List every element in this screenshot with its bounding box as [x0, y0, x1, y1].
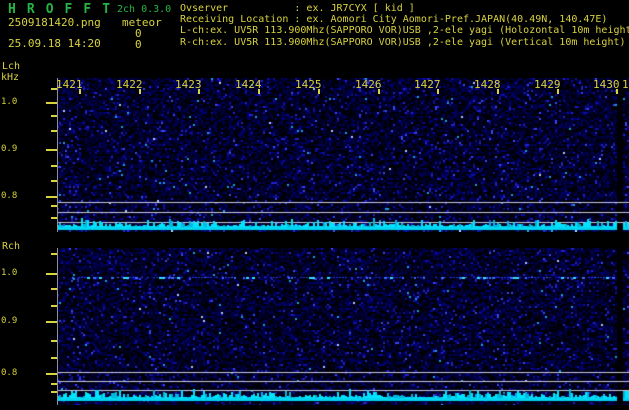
- freq-minor-tick: [51, 217, 57, 219]
- rch-spectrogram: [57, 248, 629, 405]
- lch-ytick-0.8: 0.8: [1, 191, 18, 201]
- minute-tick: [378, 89, 380, 94]
- freq-minor-tick: [51, 288, 57, 290]
- minute-tick: [198, 89, 200, 94]
- observer-line: Ovserver : ex. JR7CYX [ kid ]: [180, 3, 415, 14]
- freq-minor-tick: [51, 340, 57, 342]
- freq-major-tick: [46, 321, 57, 323]
- freq-minor-tick: [51, 205, 57, 207]
- lch-spectrogram: [57, 78, 629, 232]
- version-label: 2ch 0.3.0: [117, 4, 172, 15]
- freq-major-tick: [46, 149, 57, 151]
- freq-major-tick: [46, 102, 57, 104]
- lch-config-line: L-ch:ex. UV5R 113.900Mhz(SAPPORO VOR)USB…: [180, 25, 629, 36]
- minute-tick: [258, 89, 260, 94]
- rch-ytick-1.0: 1.0: [1, 268, 18, 278]
- rch-ytick-0.8: 0.8: [1, 368, 18, 378]
- freq-major-tick: [46, 196, 57, 198]
- echo-count-bottom: 0: [135, 38, 142, 51]
- filename-label: 2509181420.png: [8, 16, 101, 29]
- lch-ytick-1.0: 1.0: [1, 97, 18, 107]
- hrofft-screen: H R O F F T 2ch 0.3.0 2509181420.png met…: [0, 0, 629, 410]
- mode-label: meteor: [122, 16, 162, 29]
- freq-minor-tick: [51, 391, 57, 393]
- freq-minor-tick: [51, 383, 57, 385]
- freq-minor-tick: [51, 115, 57, 117]
- rch-config-line: R-ch:ex. UV5R 113.900Mhz(SAPPORO VOR)USB…: [180, 37, 626, 48]
- freq-major-tick: [46, 373, 57, 375]
- minute-tick: [318, 89, 320, 94]
- freq-minor-tick: [51, 180, 57, 182]
- rch-ytick-0.9: 0.9: [1, 316, 18, 326]
- minute-tick: [557, 89, 559, 94]
- minute-tick: [497, 89, 499, 94]
- lch-axis-label: Lch: [2, 61, 21, 72]
- lch-ytick-0.9: 0.9: [1, 144, 18, 154]
- time-axis-label-partial: 1: [622, 78, 629, 91]
- freq-major-tick: [46, 273, 57, 275]
- freq-minor-tick: [51, 357, 57, 359]
- khz-unit-label: kHz: [1, 72, 20, 83]
- freq-minor-tick: [51, 253, 57, 255]
- rch-axis-label: Rch: [2, 241, 21, 252]
- datetime-label: 25.09.18 14:20: [8, 37, 101, 50]
- freq-minor-tick: [51, 305, 57, 307]
- lch-panel-left-border: [57, 78, 58, 232]
- rch-panel-left-border: [57, 248, 58, 405]
- minute-tick: [437, 89, 439, 94]
- freq-minor-tick: [51, 165, 57, 167]
- minute-tick: [79, 89, 81, 94]
- location-line: Receiving Location : ex. Aomori City Aom…: [180, 14, 608, 25]
- minute-tick: [616, 89, 618, 94]
- minute-tick: [139, 89, 141, 94]
- freq-minor-tick: [51, 130, 57, 132]
